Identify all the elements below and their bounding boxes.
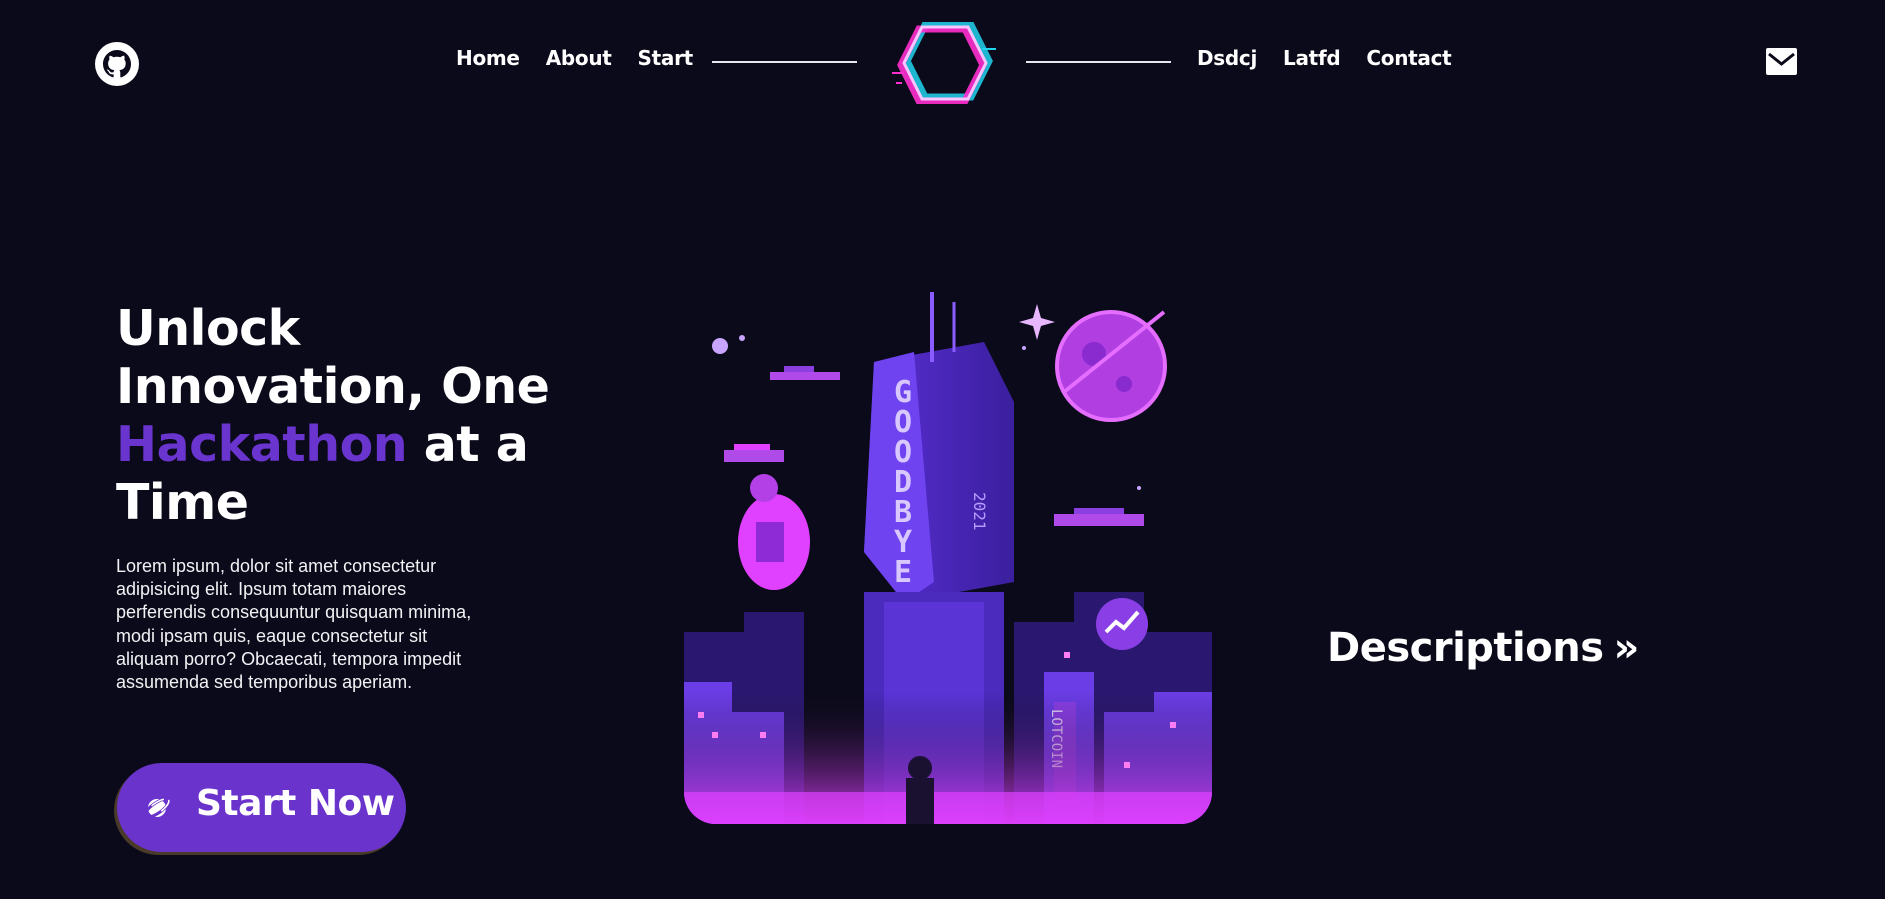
hero-title-after-accent: at a bbox=[407, 416, 529, 473]
nav-link-latfd[interactable]: Latfd bbox=[1283, 46, 1341, 70]
double-chevron-right-icon: » bbox=[1613, 625, 1640, 671]
svg-text:2021: 2021 bbox=[970, 492, 989, 531]
svg-text:E: E bbox=[894, 555, 912, 590]
start-now-label: Start Now bbox=[196, 783, 395, 824]
start-now-button[interactable]: Start Now bbox=[117, 763, 406, 852]
hero-title-line-1: Unlock bbox=[116, 300, 300, 357]
mail-icon[interactable] bbox=[1766, 48, 1797, 75]
planet-icon bbox=[142, 793, 172, 827]
hero-description: Lorem ipsum, dolor sit amet consectetur … bbox=[116, 556, 472, 693]
hero-title-line-4: Time bbox=[116, 474, 249, 531]
nav-link-home[interactable]: Home bbox=[456, 46, 520, 70]
descriptions-label: Descriptions bbox=[1327, 625, 1604, 671]
nav-divider-left bbox=[712, 61, 857, 63]
hero-title-line-2: Innovation, One bbox=[116, 358, 550, 415]
github-icon[interactable] bbox=[95, 42, 139, 86]
hero-title: Unlock Innovation, One Hackathon at a Ti… bbox=[116, 300, 556, 532]
nav-link-start[interactable]: Start bbox=[638, 46, 694, 70]
nav-links-left: Home About Start bbox=[456, 46, 693, 70]
cyberpunk-city-illustration: G O O D B Y E 2021 LOTCOIN bbox=[684, 292, 1212, 824]
hero-title-line-3: Hackathon at a bbox=[116, 416, 556, 474]
hero-title-accent: Hackathon bbox=[116, 416, 408, 473]
nav-links-right: Dsdcj Latfd Contact bbox=[1197, 46, 1452, 70]
nav-link-contact[interactable]: Contact bbox=[1366, 46, 1451, 70]
descriptions-link[interactable]: Descriptions» bbox=[1327, 625, 1639, 671]
nav-link-about[interactable]: About bbox=[546, 46, 612, 70]
top-navbar: Home About Start Dsdcj Latfd Contact bbox=[0, 0, 1885, 125]
nav-link-dsdcj[interactable]: Dsdcj bbox=[1197, 46, 1257, 70]
glitch-hexagon-logo-icon[interactable] bbox=[890, 21, 998, 105]
nav-divider-right bbox=[1026, 61, 1171, 63]
